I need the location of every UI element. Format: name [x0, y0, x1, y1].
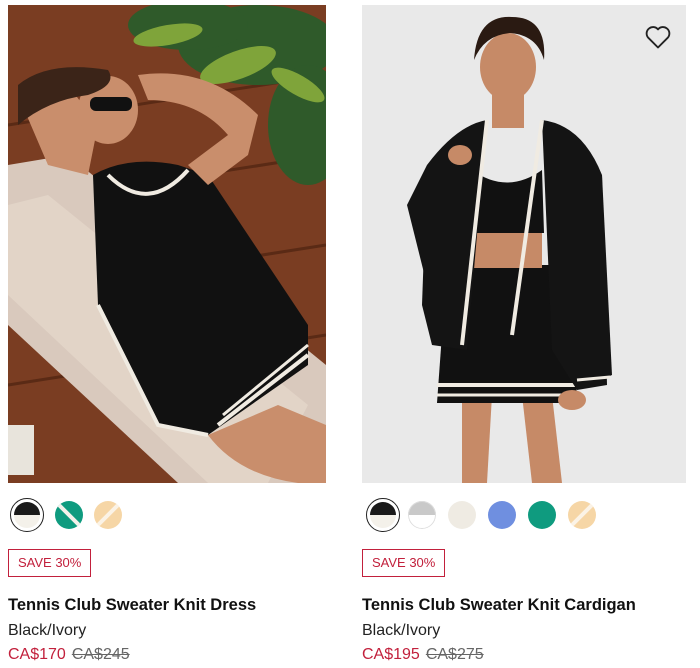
swatch-black-ivory[interactable]: [10, 498, 44, 532]
sale-price: CA$195: [362, 646, 420, 663]
sale-price: CA$170: [8, 646, 66, 663]
swatch-blue[interactable]: [488, 501, 516, 529]
swatch-ivory[interactable]: [448, 501, 476, 529]
discount-badge: SAVE 30%: [8, 549, 92, 577]
swatch-peach-ivory[interactable]: [94, 501, 122, 529]
discount-badge: SAVE 30%: [362, 549, 446, 577]
swatch-teal[interactable]: [528, 501, 556, 529]
price: CA$170 CA$245: [8, 646, 130, 664]
dress-photo: [8, 5, 326, 483]
product-image[interactable]: [362, 5, 686, 483]
swatch-peach-ivory[interactable]: [568, 501, 596, 529]
product-color: Black/Ivory: [8, 622, 87, 639]
heart-outline-icon[interactable]: [644, 23, 672, 51]
original-price: CA$245: [71, 646, 130, 663]
product-image[interactable]: [8, 5, 326, 483]
swatch-teal-ivory[interactable]: [55, 501, 83, 529]
price: CA$195 CA$275: [362, 646, 484, 664]
original-price: CA$275: [425, 646, 484, 663]
cardigan-photo: [362, 5, 686, 483]
product-title[interactable]: Tennis Club Sweater Knit Dress: [8, 596, 256, 615]
swatch-grey-white[interactable]: [408, 501, 436, 529]
swatch-black-ivory[interactable]: [366, 498, 400, 532]
product-title[interactable]: Tennis Club Sweater Knit Cardigan: [362, 596, 636, 615]
product-color: Black/Ivory: [362, 622, 441, 639]
